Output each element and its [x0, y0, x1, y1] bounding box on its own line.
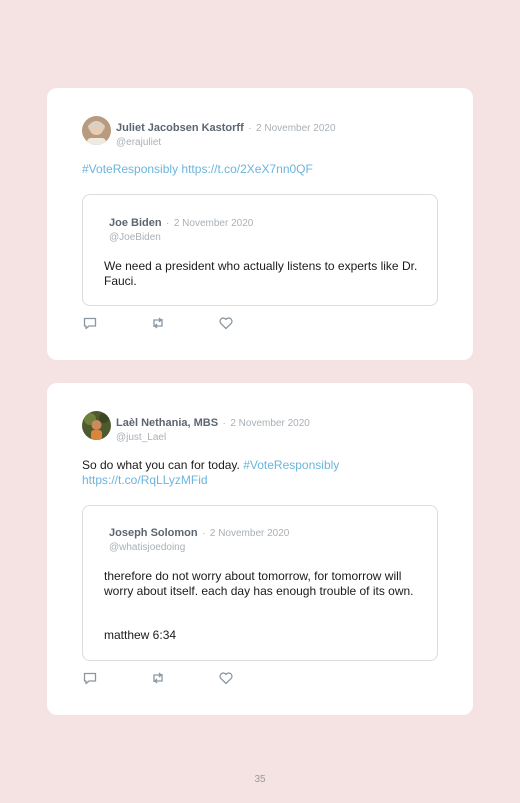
quoted-tweet[interactable]: Joseph Solomon · 2 November 2020 @whatis… — [82, 505, 438, 661]
tweet-card: Laèl Nethania, MBS · 2 November 2020 @ju… — [47, 383, 473, 715]
avatar[interactable] — [82, 411, 111, 440]
tweet-actions — [82, 315, 242, 331]
like-icon[interactable] — [218, 670, 234, 686]
quoted-post-date[interactable]: 2 November 2020 — [210, 528, 290, 539]
quoted-tweet-text: therefore do not worry about tomorrow, f… — [104, 569, 414, 598]
quoted-post-date[interactable]: 2 November 2020 — [174, 218, 254, 229]
author-name[interactable]: Laèl Nethania, MBS — [116, 417, 218, 429]
post-date[interactable]: 2 November 2020 — [256, 123, 336, 134]
reply-icon[interactable] — [82, 670, 98, 686]
page-number: 35 — [254, 774, 266, 785]
author-line: Laèl Nethania, MBS · 2 November 2020 @ju… — [116, 417, 310, 443]
quoted-author-name[interactable]: Joseph Solomon — [109, 527, 198, 539]
quoted-author-line: Joseph Solomon · 2 November 2020 @whatis… — [109, 527, 290, 553]
hashtag-link[interactable]: #VoteResponsibly — [82, 162, 178, 176]
quoted-author-handle[interactable]: @whatisjoedoing — [109, 542, 289, 553]
author-handle[interactable]: @erajuliet — [116, 137, 336, 148]
tweet-text: So do what you can for today. #VoteRespo… — [82, 458, 340, 487]
author-name[interactable]: Juliet Jacobsen Kastorff — [116, 122, 244, 134]
quoted-author-line: Joe Biden · 2 November 2020 @JoeBiden — [109, 217, 254, 243]
author-line: Juliet Jacobsen Kastorff · 2 November 20… — [116, 122, 336, 148]
like-icon[interactable] — [218, 315, 234, 331]
url-link[interactable]: https://t.co/RqLLyzMFid — [82, 473, 208, 487]
avatar[interactable] — [82, 116, 111, 145]
tweet-actions — [82, 670, 242, 686]
quoted-author-name[interactable]: Joe Biden — [109, 217, 162, 229]
quoted-tweet[interactable]: Joe Biden · 2 November 2020 @JoeBiden We… — [82, 194, 438, 306]
tweet-text: #VoteResponsibly https://t.co/2XeX7nn0QF — [82, 162, 313, 177]
tweet-card: Juliet Jacobsen Kastorff · 2 November 20… — [47, 88, 473, 360]
retweet-icon[interactable] — [150, 670, 166, 686]
hashtag-link[interactable]: #VoteResponsibly — [243, 458, 339, 472]
author-handle[interactable]: @just_Lael — [116, 432, 310, 443]
quoted-tweet-text: We need a president who actually listens… — [104, 259, 418, 288]
url-link[interactable]: https://t.co/2XeX7nn0QF — [181, 162, 312, 176]
quoted-author-handle[interactable]: @JoeBiden — [109, 232, 253, 243]
retweet-icon[interactable] — [150, 315, 166, 331]
quoted-tweet-text-signature: matthew 6:34 — [104, 628, 177, 642]
post-date[interactable]: 2 November 2020 — [230, 418, 310, 429]
reply-icon[interactable] — [82, 315, 98, 331]
